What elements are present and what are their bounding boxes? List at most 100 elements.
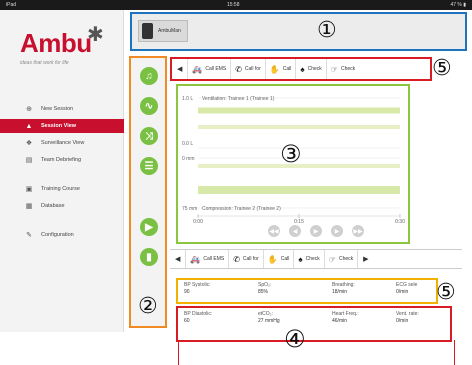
status-bar: iPad 15:58 47 % ▮ [0,0,472,10]
sidebar-item-label: New Session [41,106,74,112]
x-tick-label: 0:30 [395,219,405,225]
database-icon: ▦ [25,203,33,210]
vital-ecg: ECG sele 0/min [396,282,418,295]
playback-play-icon[interactable]: ▶ [310,225,322,237]
prev-arrow-icon[interactable]: ◀ [170,250,187,268]
check-lungs-button[interactable]: ♠ Check [294,250,325,268]
action-bar-bottom: ◀ 🚑 Call EMS ✆ Call for ✋ Call ♠ Check ☞… [170,249,462,269]
status-carrier: iPad [6,2,17,8]
rewind-icon[interactable]: ◀◀ [268,225,280,237]
call-for-button[interactable]: ✆ Call for [229,250,264,268]
call-ems-button[interactable]: 🚑 Call EMS [188,59,232,79]
play-icon[interactable]: ▶ [140,218,158,236]
callout-1: ① [317,18,337,43]
call-ems-button[interactable]: 🚑 Call EMS [186,250,230,268]
sidebar-item-label: Training Course [41,186,80,192]
sidebar-item-label: Session View [41,123,77,129]
sidebar-nav: ⊕ New Session ▲ Session View ❖ Surveilla… [0,102,124,245]
call-button[interactable]: ✋ Call [264,250,295,268]
ambulance-icon: 🚑 [192,64,203,74]
sidebar-item-label: Configuration [41,232,74,238]
check-pulse-button[interactable]: ☞ Check [327,59,359,79]
compression-band [198,186,400,194]
person-icon: ▲ [25,122,33,130]
stop-icon[interactable]: ▮ [140,248,158,266]
status-time: 15:58 [226,2,240,8]
ambu-logo: Ambu [20,28,92,58]
y-label: 0.0 L [182,141,193,147]
call-button[interactable]: ✋ Call [266,59,297,79]
app-screen: Ambu ✱ ideas that work for life ⊕ New Se… [0,10,472,342]
ventilation-band-lower [198,125,400,129]
sidebar-item-label: Team Debriefing [41,157,82,163]
callout-2: ② [138,294,158,319]
pointing-hand-icon: ☞ [330,64,338,74]
lungs-icon: ♠ [298,254,303,264]
vital-heart-freq: Heart Freq.: 46/min [332,311,359,324]
wrench-icon: ✎ [26,232,32,239]
tagline: ideas that work for life [20,60,69,66]
pointing-hand-icon: ☞ [328,254,336,264]
callout-5-bottom: ⑤ [436,280,456,305]
sidebar-item-label: Surveillance View [41,140,85,146]
music-icon[interactable]: ♫ [140,67,158,85]
callout-line-left [178,340,179,365]
sidebar: Ambu ✱ ideas that work for life ⊕ New Se… [0,10,124,332]
sidebar-item-surveillance-view[interactable]: ❖ Surveillance View [0,136,124,150]
tool-column: ♫ ∿ ⤨ ☰ ▶ ▮ ② [129,56,167,328]
new-session-icon: ⊕ [26,106,32,113]
check-pulse-button[interactable]: ☞ Check [325,250,359,268]
x-tick-label: 0:00 [193,219,203,225]
pulse-icon[interactable]: ∿ [140,97,158,115]
phone-icon: ✆ [233,254,240,264]
shuffle-icon[interactable]: ⤨ [140,127,158,145]
ambulance-icon: 🚑 [190,254,201,264]
y-label: 0 mm [182,156,195,162]
prev-arrow-icon[interactable]: ◀ [172,59,189,79]
vital-etco2: etCO₂: 27 mmHg [258,311,280,324]
document-icon: ▤ [25,157,33,164]
vital-bp-diastolic: BP Diastolic: 60 [184,311,213,324]
callout-3: ③ [280,140,302,168]
phone-icon: ✆ [235,64,242,74]
sidebar-item-database[interactable]: ▦ Database [0,199,124,213]
y-label: 1.0 L [182,96,193,102]
vitals-row-1: BP Systolic: 90 SpO₂: 85% Breathing: 18/… [176,278,438,304]
settings-sliders-icon[interactable]: ☰ [140,157,158,175]
back-icon[interactable]: ◀ [289,225,301,237]
chart-area: 1.0 L 0.0 L 0 mm 75 mm Ventilation: Trainee … [176,84,410,244]
vital-breathing: Breathing: 18/min [332,282,355,295]
vitals-row-2: BP Diastolic: 60 etCO₂: 27 mmHg Heart Fr… [176,306,452,342]
y-label: 75 mm [182,206,197,212]
vital-bp-systolic: BP Systolic: 90 [184,282,211,295]
chart-title-ventilation: Ventilation: Trainee 1 (Trainee 1) [202,96,275,102]
check-lungs-button[interactable]: ♠ Check [296,59,327,79]
call-for-button[interactable]: ✆ Call for [231,59,266,79]
sidebar-item-label: Database [41,203,65,209]
sidebar-item-new-session[interactable]: ⊕ New Session [0,102,124,116]
action-bar-top: ◀ 🚑 Call EMS ✆ Call for ✋ Call ♠ Check ☞… [170,57,432,81]
sidebar-item-session-view[interactable]: ▲ Session View [0,119,124,133]
chart-title-compression: Compression: Trainee 2 (Trainee 2) [202,206,281,212]
fast-forward-icon[interactable]: ▶▶ [352,225,364,237]
device-label: AmbuMan [158,28,181,34]
callout-4: ④ [284,325,306,353]
forward-icon[interactable]: ▶ [331,225,343,237]
next-arrow-icon[interactable]: ▶ [358,250,373,268]
status-battery: 47 % ▮ [450,2,466,8]
hand-icon: ✋ [269,64,280,74]
vital-spo2: SpO₂: 85% [258,282,272,295]
vital-vent-rate: Vent. rate: 0/min [396,311,419,324]
device-bar: AmbuMan ① [130,12,467,51]
hand-icon: ✋ [267,254,278,264]
sidebar-item-training-course[interactable]: ▣ Training Course [0,182,124,196]
sidebar-item-configuration[interactable]: ✎ Configuration [0,228,124,242]
manikin-icon [142,23,153,39]
device-button[interactable]: AmbuMan [138,20,188,42]
ventilation-band [198,107,400,114]
callout-line-right [454,340,455,365]
course-icon: ▣ [25,186,33,193]
lungs-icon: ♠ [300,64,305,74]
logo-star-icon: ✱ [87,24,104,46]
sidebar-item-team-debriefing[interactable]: ▤ Team Debriefing [0,153,124,167]
